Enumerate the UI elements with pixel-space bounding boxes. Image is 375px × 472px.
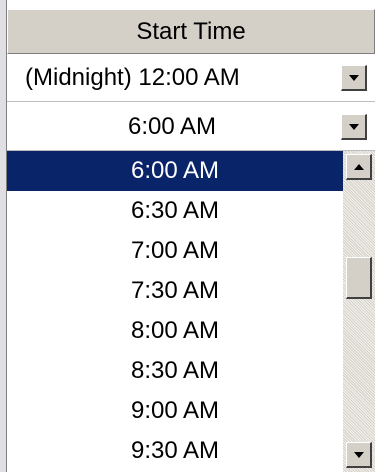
list-item[interactable]: 7:00 AM — [7, 231, 343, 271]
list-item[interactable]: 7:30 AM — [7, 271, 343, 311]
list-item[interactable]: 6:30 AM — [7, 191, 343, 231]
dropdown-button[interactable] — [341, 114, 367, 140]
scrollbar-thumb[interactable] — [346, 257, 372, 299]
arrow-down-icon — [353, 451, 364, 458]
dropdown-button[interactable] — [341, 65, 367, 91]
dropdown-arrow-icon — [348, 123, 359, 130]
scroll-down-button[interactable] — [346, 442, 372, 468]
scroll-up-button[interactable] — [346, 154, 372, 180]
column-header-label: Start Time — [136, 17, 246, 45]
list-item[interactable]: 8:30 AM — [7, 351, 343, 391]
field-value: 6:00 AM — [127, 112, 217, 140]
vertical-scrollbar[interactable] — [343, 151, 375, 472]
time-dropdown-list[interactable]: 6:00 AM 6:30 AM 7:00 AM 7:30 AM 8:00 AM … — [7, 151, 375, 472]
start-time-field-row-1[interactable]: (Midnight) 12:00 AM — [7, 54, 375, 102]
start-time-field-row-2[interactable]: 6:00 AM — [7, 103, 375, 151]
arrow-up-icon — [353, 163, 364, 170]
list-item[interactable]: 9:00 AM — [7, 391, 343, 431]
dropdown-arrow-icon — [348, 74, 359, 81]
start-time-column-header[interactable]: Start Time — [7, 9, 375, 54]
list-item[interactable]: 9:30 AM — [7, 431, 343, 471]
list-item-selected[interactable]: 6:00 AM — [7, 151, 343, 191]
time-options: 6:00 AM 6:30 AM 7:00 AM 7:30 AM 8:00 AM … — [7, 151, 343, 472]
field-value: (Midnight) 12:00 AM — [25, 63, 240, 91]
list-item[interactable]: 8:00 AM — [7, 311, 343, 351]
